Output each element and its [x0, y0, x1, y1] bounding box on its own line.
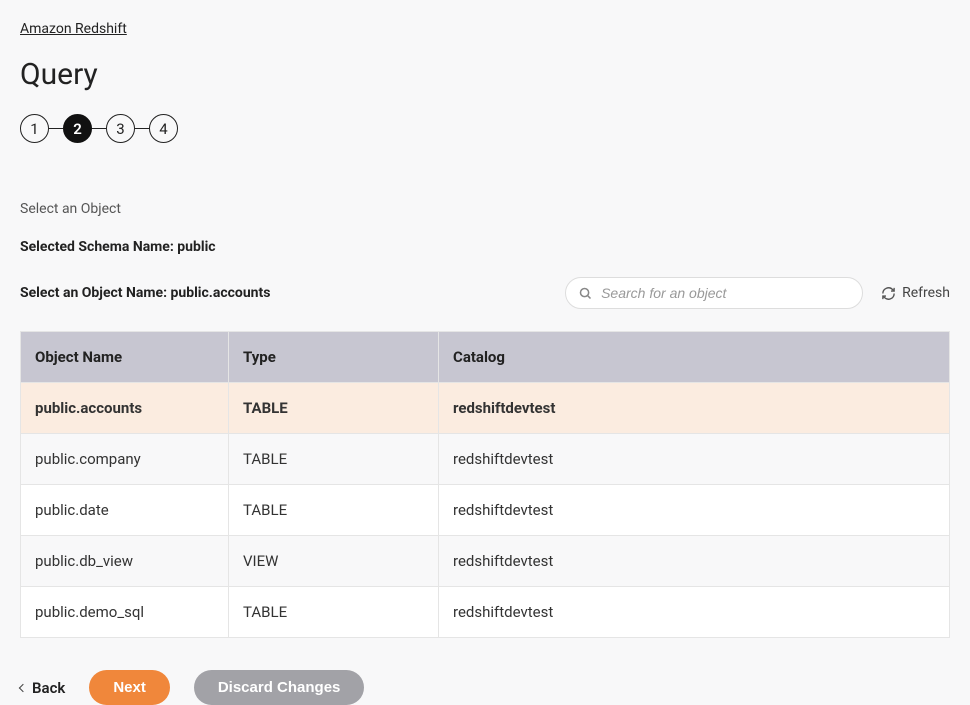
search-icon: [578, 286, 593, 301]
object-table: Object Name Type Catalog public.accounts…: [20, 331, 950, 638]
table-cell-catalog[interactable]: redshiftdevtest: [439, 587, 950, 638]
step-connector: [92, 128, 106, 130]
table-cell-type[interactable]: TABLE: [229, 587, 439, 638]
select-object-line: Select an Object Name: public.accounts: [20, 285, 270, 301]
back-button[interactable]: Back: [20, 679, 65, 697]
table-cell-name[interactable]: public.demo_sql: [21, 587, 229, 638]
select-object-value: public.accounts: [171, 285, 271, 301]
discard-button[interactable]: Discard Changes: [194, 670, 365, 705]
table-cell-catalog[interactable]: redshiftdevtest: [439, 536, 950, 587]
section-label: Select an Object: [20, 201, 950, 217]
action-bar: Back Next Discard Changes: [20, 670, 950, 705]
table-row[interactable]: public.db_viewVIEWredshiftdevtest: [21, 536, 950, 587]
page-title: Query: [20, 57, 950, 92]
schema-label: Selected Schema Name:: [20, 239, 177, 255]
step-1[interactable]: 1: [20, 114, 49, 143]
back-label: Back: [32, 679, 65, 697]
table-row[interactable]: public.demo_sqlTABLEredshiftdevtest: [21, 587, 950, 638]
table-cell-catalog[interactable]: redshiftdevtest: [439, 485, 950, 536]
col-header-type[interactable]: Type: [229, 332, 439, 383]
table-row[interactable]: public.dateTABLEredshiftdevtest: [21, 485, 950, 536]
step-2[interactable]: 2: [63, 114, 92, 143]
table-cell-name[interactable]: public.date: [21, 485, 229, 536]
table-cell-type[interactable]: TABLE: [229, 485, 439, 536]
table-cell-type[interactable]: TABLE: [229, 383, 439, 434]
schema-value: public: [177, 239, 215, 255]
search-input[interactable]: [601, 285, 850, 301]
step-4[interactable]: 4: [149, 114, 178, 143]
select-object-label: Select an Object Name:: [20, 285, 171, 301]
step-3[interactable]: 3: [106, 114, 135, 143]
table-row[interactable]: public.companyTABLEredshiftdevtest: [21, 434, 950, 485]
selected-schema-line: Selected Schema Name: public: [20, 239, 950, 255]
col-header-object-name[interactable]: Object Name: [21, 332, 229, 383]
step-connector: [135, 128, 149, 130]
breadcrumb[interactable]: Amazon Redshift: [20, 21, 127, 37]
table-cell-type[interactable]: VIEW: [229, 536, 439, 587]
table-cell-name[interactable]: public.db_view: [21, 536, 229, 587]
table-cell-name[interactable]: public.accounts: [21, 383, 229, 434]
stepper: 1 2 3 4: [20, 114, 950, 143]
table-cell-catalog[interactable]: redshiftdevtest: [439, 383, 950, 434]
search-box[interactable]: [565, 277, 863, 309]
table-row[interactable]: public.accountsTABLEredshiftdevtest: [21, 383, 950, 434]
col-header-catalog[interactable]: Catalog: [439, 332, 950, 383]
table-cell-name[interactable]: public.company: [21, 434, 229, 485]
refresh-button[interactable]: Refresh: [881, 285, 950, 301]
table-cell-type[interactable]: TABLE: [229, 434, 439, 485]
next-button[interactable]: Next: [89, 670, 170, 705]
refresh-label: Refresh: [902, 285, 950, 301]
chevron-left-icon: [19, 683, 27, 691]
step-connector: [49, 128, 63, 130]
refresh-icon: [881, 286, 896, 301]
table-cell-catalog[interactable]: redshiftdevtest: [439, 434, 950, 485]
